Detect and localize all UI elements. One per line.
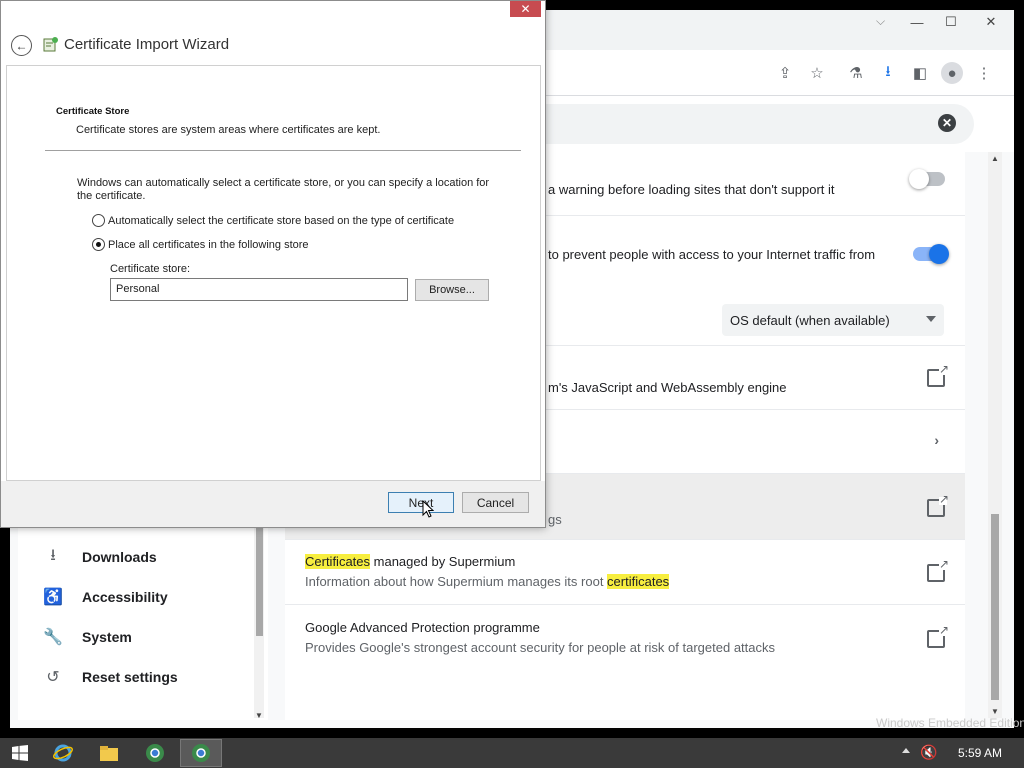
section-divider (45, 150, 521, 151)
caret-down-icon (926, 316, 936, 322)
nav-item-label: System (82, 629, 132, 645)
dns-provider-select[interactable]: OS default (when available) (722, 304, 944, 336)
taskbar-clock[interactable]: 5:59 AM (958, 746, 1002, 760)
supermium-icon (192, 744, 210, 762)
cancel-button[interactable]: Cancel (462, 492, 529, 513)
nav-item-label: Downloads (82, 549, 157, 565)
row-subtitle-text: Information about how Supermium manages … (305, 574, 608, 589)
dialog-close-button[interactable]: ✕ (510, 1, 541, 17)
next-button[interactable]: Next (388, 492, 454, 513)
search-clear-icon[interactable]: ✕ (938, 114, 956, 132)
row-subtitle: Provides Google's strongest account secu… (305, 640, 775, 655)
radio-circle-selected[interactable] (92, 238, 105, 251)
volume-muted-icon[interactable]: 🔇 (920, 744, 937, 761)
section-description: Certificate stores are system areas wher… (76, 124, 381, 136)
nav-item-label: Accessibility (82, 589, 168, 605)
nav-item-system[interactable]: 🔧 System (42, 625, 132, 649)
radio-auto-select[interactable]: Automatically select the certificate sto… (92, 214, 454, 227)
supermium-certificates-row[interactable]: Certificates managed by Supermium Inform… (285, 540, 965, 605)
accessibility-icon: ♿ (43, 589, 63, 606)
external-link-icon (927, 492, 949, 517)
minimize-button[interactable]: — (900, 10, 934, 34)
main-scrollbar-thumb[interactable] (991, 514, 999, 700)
row-subtitle: Information about how Supermium manages … (305, 574, 670, 589)
browser-taskbar-button[interactable] (134, 739, 176, 767)
file-explorer-taskbar-button[interactable] (88, 739, 130, 767)
wizard-body: Certificate Store Certificate stores are… (6, 65, 541, 481)
os-edition-watermark: Windows Embedded Edition (876, 716, 1024, 730)
external-link-icon (927, 557, 949, 582)
certificate-store-field[interactable]: Personal (110, 278, 408, 301)
tray-expand-icon[interactable] (902, 748, 910, 753)
radio-circle[interactable] (92, 214, 105, 227)
taskbar: 🔇 5:59 AM (0, 738, 1024, 768)
external-link-icon (927, 362, 949, 387)
windows-start-icon[interactable] (12, 745, 28, 761)
scroll-up-icon[interactable]: ▲ (991, 154, 999, 163)
dialog-title: Certificate Import Wizard (64, 36, 230, 53)
internet-explorer-icon (53, 744, 73, 762)
wrench-icon: 🔧 (43, 629, 63, 646)
row-title: Google Advanced Protection programme (305, 620, 540, 635)
scroll-down-icon[interactable]: ▼ (991, 707, 999, 716)
labs-flask-icon[interactable]: ⚗ (845, 62, 867, 84)
radio-label: Automatically select the certificate sto… (108, 214, 455, 227)
certificate-wizard-taskbar-button[interactable] (180, 739, 222, 767)
row-title: Certificates managed by Supermium (305, 554, 515, 569)
nav-scrollbar[interactable]: ▼ (254, 528, 264, 720)
bookmark-star-icon[interactable]: ☆ (806, 62, 828, 84)
certificate-import-wizard-dialog: ✕ ← Certificate Import Wizard Certificat… (0, 0, 546, 528)
certificate-store-label: Certificate store: (110, 263, 191, 275)
row-description: m's JavaScript and WebAssembly engine (548, 380, 787, 395)
nav-scroll-down-icon[interactable]: ▼ (255, 711, 263, 720)
maximize-button[interactable]: ☐ (934, 10, 968, 34)
search-highlight: Certificates (305, 554, 371, 569)
history-icon: ↺ (46, 669, 60, 686)
row-subtitle: gs (548, 512, 562, 527)
secure-dns-toggle[interactable] (913, 244, 949, 264)
mouse-cursor-icon (422, 500, 434, 518)
radio-label: Place all certificates in the following … (108, 238, 309, 251)
nav-item-label: Reset settings (82, 669, 178, 685)
secure-connections-toggle[interactable] (909, 169, 945, 189)
radio-place-in-store[interactable]: Place all certificates in the following … (92, 238, 309, 251)
folder-icon (100, 746, 118, 761)
row-title-rest: managed by Supermium (370, 554, 516, 569)
certificate-icon (43, 37, 58, 52)
tab-search-chevron-icon[interactable]: ⌵ (876, 14, 885, 29)
download-icon[interactable]: ⭳ (877, 62, 899, 84)
profile-avatar-icon[interactable]: ● (941, 62, 963, 84)
external-link-icon (927, 623, 949, 648)
nav-item-accessibility[interactable]: ♿ Accessibility (42, 585, 168, 609)
browse-button[interactable]: Browse... (415, 279, 489, 301)
toggle-knob (909, 169, 929, 189)
window-controls: — ☐ ✕ (900, 10, 1014, 34)
nav-item-reset-settings[interactable]: ↺ Reset settings (42, 665, 178, 689)
row-description: to prevent people with access to your In… (548, 247, 876, 262)
internet-explorer-taskbar-button[interactable] (42, 739, 84, 767)
share-icon[interactable]: ⇪ (774, 62, 796, 84)
back-arrow-icon[interactable]: ← (11, 35, 32, 56)
section-title: Certificate Store (56, 106, 130, 117)
nav-scrollbar-thumb[interactable] (256, 528, 263, 636)
window-close-button[interactable]: ✕ (968, 10, 1014, 34)
toggle-knob (929, 244, 949, 264)
supermium-icon (146, 744, 164, 762)
main-scrollbar[interactable]: ▲ ▼ (988, 152, 1002, 718)
side-panel-icon[interactable]: ◧ (909, 62, 931, 84)
nav-item-downloads[interactable]: ⭳ Downloads (42, 545, 157, 569)
store-info-text: Windows can automatically select a certi… (77, 177, 490, 202)
download-icon: ⭳ (50, 546, 56, 564)
row-description: a warning before loading sites that don'… (548, 182, 835, 197)
select-value: OS default (when available) (730, 312, 890, 328)
search-highlight: certificates (607, 574, 670, 589)
advanced-protection-row[interactable]: Google Advanced Protection programme Pro… (285, 605, 965, 670)
menu-kebab-icon[interactable]: ⋮ (973, 62, 995, 84)
chevron-right-icon: › (934, 432, 939, 448)
